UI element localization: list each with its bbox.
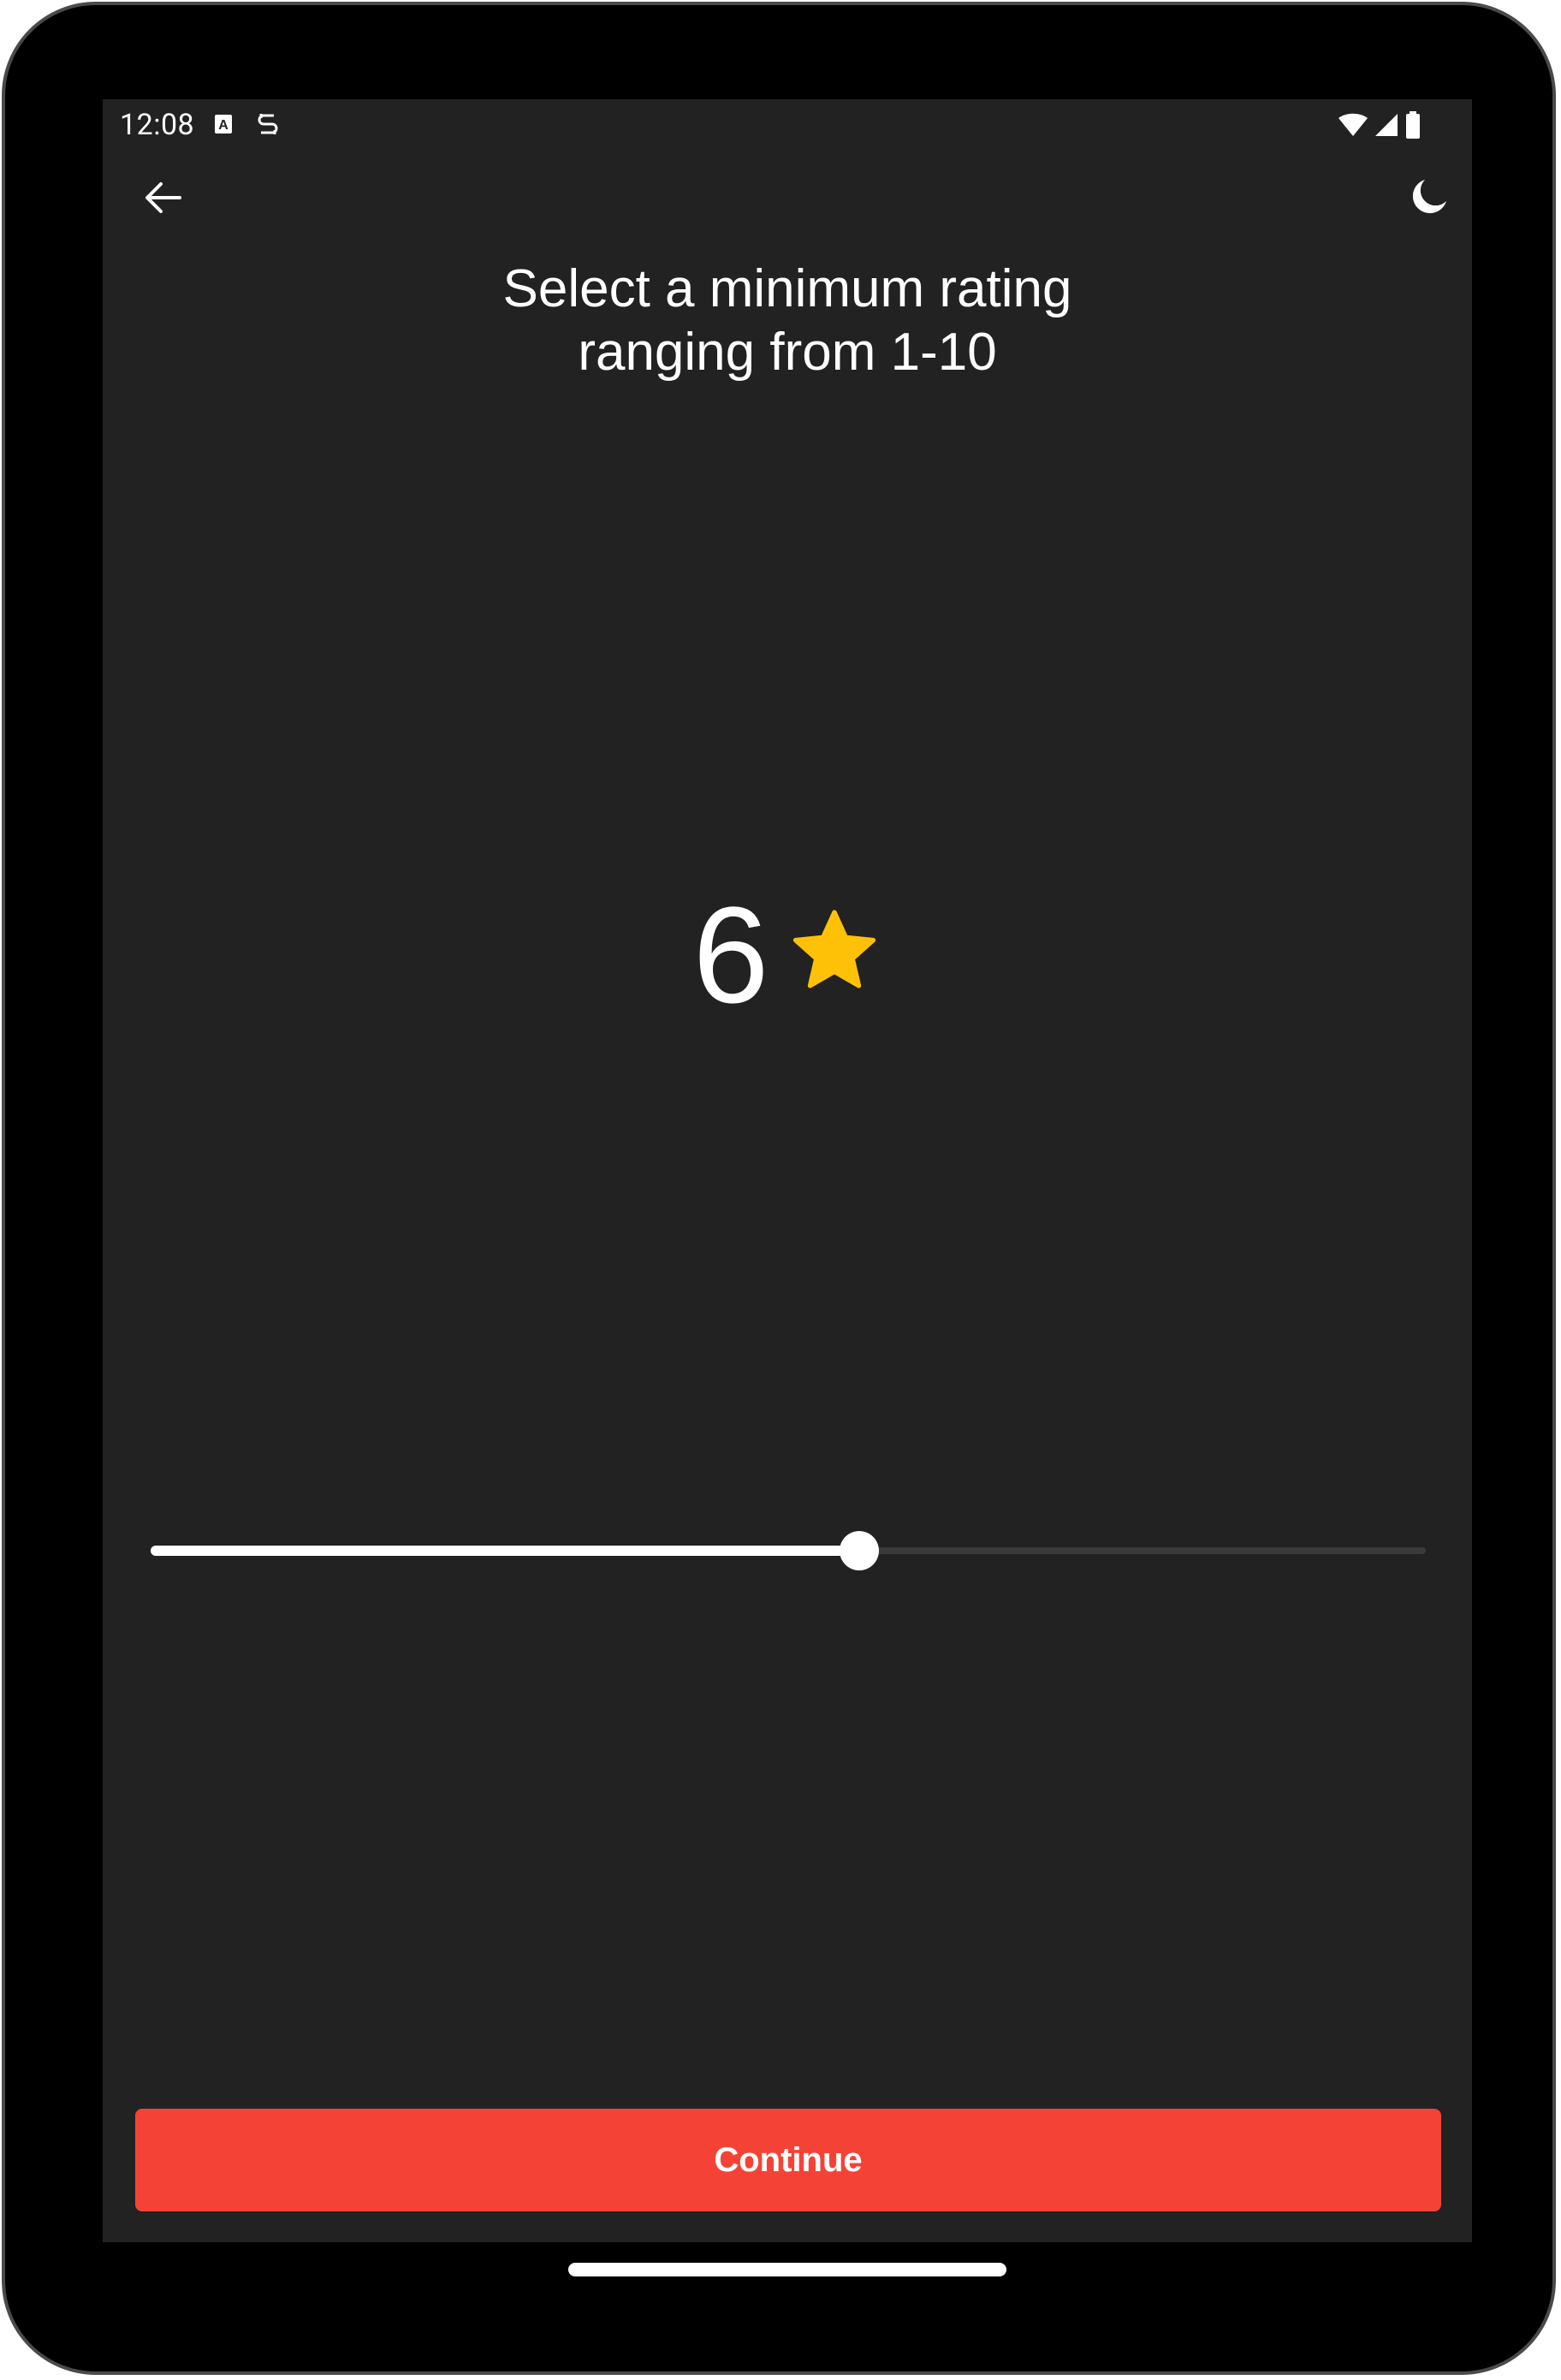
status-bar: 12:08 A [103,99,1472,151]
arrow-left-icon [145,182,181,213]
signal-icon [1375,114,1398,136]
star-icon [793,910,876,988]
svg-text:A: A [218,118,229,133]
rating-value: 6 [692,878,769,1031]
status-time: 12:08 [120,108,195,142]
slider-thumb[interactable] [840,1531,879,1570]
back-button[interactable] [137,176,188,219]
page-title: Select a minimum rating ranging from 1-1… [502,259,1072,382]
status-icons-right [1338,110,1421,140]
slider-active-track [151,1546,859,1556]
wifi-icon [1338,113,1368,136]
tablet-frame: 12:08 A Select a minimum rating ranging … [2,2,1556,2375]
home-indicator[interactable] [568,2263,1006,2276]
continue-button[interactable]: Continue [135,2109,1441,2211]
battery-icon [1406,111,1420,139]
keyboard-a-icon: A [215,115,232,134]
rating-slider[interactable] [151,1520,1426,1580]
top-app-bar [103,151,1472,245]
sync-s-icon [258,114,278,134]
moon-icon [1412,180,1446,214]
theme-toggle-button[interactable] [1404,171,1455,223]
app-screen: 12:08 A Select a minimum rating ranging … [103,99,1472,2242]
rating-display: 6 [103,870,1472,1041]
